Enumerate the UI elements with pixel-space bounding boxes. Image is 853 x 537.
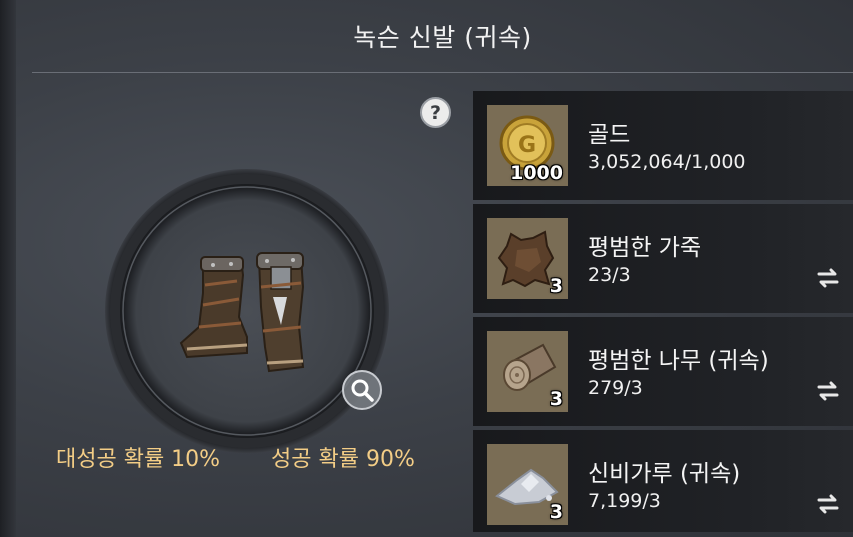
material-qty: 3 — [549, 388, 563, 410]
title-divider — [32, 72, 853, 73]
swap-icon[interactable] — [817, 381, 839, 401]
material-qty: 1000 — [510, 162, 563, 184]
material-list: G 1000 골드 3,052,064/1,000 3 평범한 가죽 23/3 — [473, 91, 853, 532]
material-count: 279/3 — [588, 377, 643, 399]
material-row-powder[interactable]: 3 신비가루 (귀속) 7,199/3 — [473, 430, 853, 532]
wood-log-icon: 3 — [487, 331, 568, 412]
material-count: 7,199/3 — [588, 490, 661, 512]
material-qty: 3 — [549, 501, 563, 523]
swap-icon[interactable] — [817, 268, 839, 288]
mystic-powder-icon: 3 — [487, 444, 568, 525]
material-count: 23/3 — [588, 264, 631, 286]
material-row-wood[interactable]: 3 평범한 나무 (귀속) 279/3 — [473, 317, 853, 426]
material-count: 3,052,064/1,000 — [588, 151, 746, 173]
success-rate: 성공 확률 90% — [271, 447, 415, 472]
material-row-gold[interactable]: G 1000 골드 3,052,064/1,000 — [473, 91, 853, 200]
swap-icon[interactable] — [817, 494, 839, 514]
svg-text:G: G — [518, 133, 536, 158]
material-name: 평범한 나무 (귀속) — [588, 348, 769, 374]
leather-hide-icon: 3 — [487, 218, 568, 299]
magnifier-icon[interactable] — [342, 370, 382, 410]
question-mark-icon[interactable]: ? — [420, 97, 451, 128]
great-success-rate: 대성공 확률 10% — [56, 447, 221, 472]
left-edge-frame — [0, 0, 16, 537]
material-name: 골드 — [588, 122, 631, 148]
material-row-leather[interactable]: 3 평범한 가죽 23/3 — [473, 204, 853, 313]
material-name: 신비가루 (귀속) — [588, 461, 741, 487]
material-name: 평범한 가죽 — [588, 235, 702, 261]
material-qty: 3 — [549, 275, 563, 297]
item-display — [103, 167, 391, 455]
rusty-boots-icon — [105, 169, 389, 453]
page-title: 녹슨 신발 (귀속) — [353, 23, 532, 52]
gold-coin-icon: G 1000 — [487, 105, 568, 186]
